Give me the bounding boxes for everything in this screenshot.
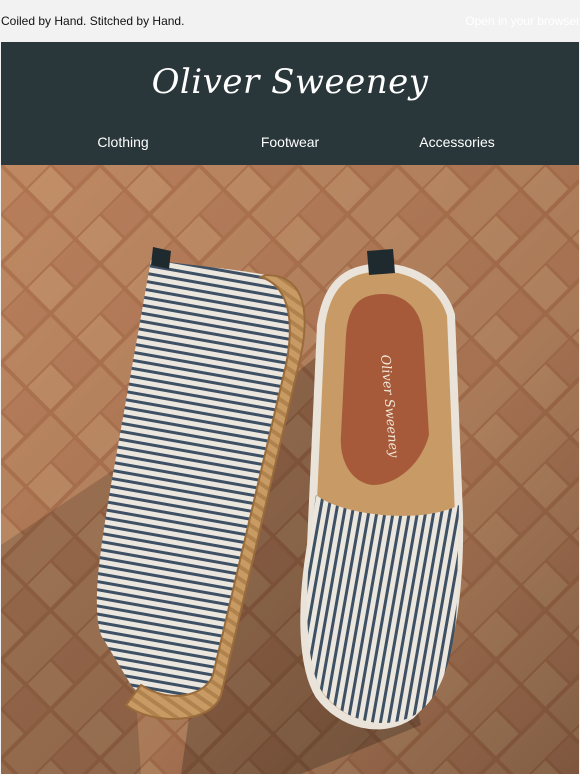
nav-accessories[interactable]: Accessories: [419, 134, 494, 150]
nav-footwear[interactable]: Footwear: [261, 134, 319, 150]
hero-image[interactable]: Oliver Sweeney: [1, 165, 579, 774]
open-in-browser-link[interactable]: Open in your browser: [465, 14, 580, 28]
preheader-tagline: Coiled by Hand. Stitched by Hand.: [1, 14, 185, 28]
nav-clothing[interactable]: Clothing: [97, 134, 148, 150]
right-espadrille: Oliver Sweeney: [300, 249, 464, 730]
main-nav: Clothing Footwear Accessories: [1, 134, 579, 154]
brand-logo[interactable]: Oliver Sweeney: [1, 62, 579, 102]
espadrilles-photo: Oliver Sweeney: [1, 165, 579, 774]
email-header: Oliver Sweeney Clothing Footwear Accesso…: [1, 42, 579, 165]
preheader: Coiled by Hand. Stitched by Hand. Open i…: [0, 0, 580, 42]
